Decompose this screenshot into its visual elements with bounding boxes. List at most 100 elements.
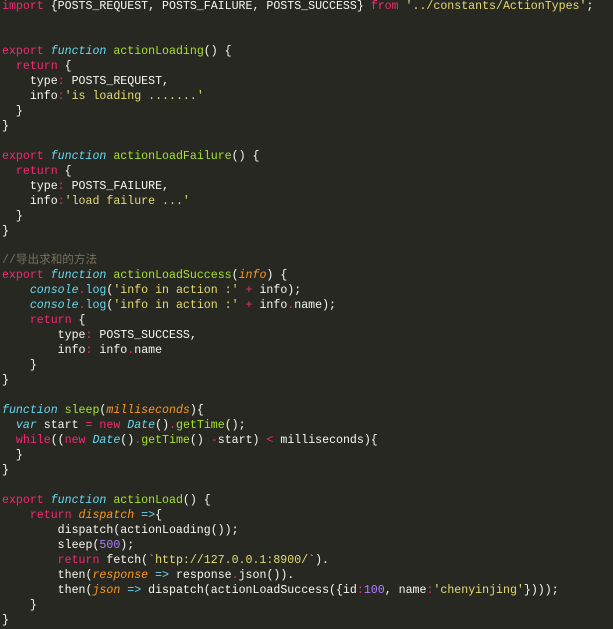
code-token: 'info in action :' <box>113 299 239 313</box>
code-token: Date <box>85 434 121 448</box>
code-token: function <box>43 44 107 58</box>
code-token: console <box>2 299 79 313</box>
code-line[interactable]: sleep(500); <box>2 539 613 554</box>
code-token: function <box>2 404 58 418</box>
code-token: new <box>64 434 86 448</box>
code-token: response <box>92 568 149 582</box>
code-token: 'load failure ...' <box>64 194 190 208</box>
code-token: info <box>252 299 288 313</box>
code-token: 'chenyinjing' <box>433 583 524 597</box>
code-line[interactable]: while((new Date().getTime() -start) < mi… <box>2 434 613 449</box>
code-line[interactable]: console.log('info in action :' + info.na… <box>2 299 613 314</box>
code-line[interactable]: type: POSTS_SUCCESS, <box>2 329 613 344</box>
code-line[interactable]: } <box>2 120 613 135</box>
code-token: actionLoading <box>106 44 204 58</box>
code-token: : <box>57 89 65 103</box>
code-line[interactable]: info:'is loading .......' <box>2 90 613 105</box>
code-token: then( <box>2 568 93 582</box>
code-line[interactable]: console.log('info in action :' + info); <box>2 284 613 299</box>
code-line[interactable]: type: POSTS_FAILURE, <box>2 180 613 195</box>
code-line[interactable]: } <box>2 374 613 389</box>
code-line[interactable]: } <box>2 225 613 240</box>
code-token: () { <box>182 493 211 507</box>
code-token: start) <box>217 434 267 448</box>
code-token: 100 <box>363 583 385 597</box>
code-line[interactable]: } <box>2 359 613 374</box>
code-token: 500 <box>99 538 121 552</box>
code-line[interactable]: function sleep(milliseconds){ <box>2 404 613 419</box>
code-line[interactable]: export function actionLoadSuccess(info) … <box>2 269 613 284</box>
code-token: info <box>238 269 267 283</box>
code-token: => <box>134 508 156 522</box>
code-line[interactable]: return fetch(`http://127.0.0.1:8900/`). <box>2 554 613 569</box>
code-token: actionLoadSuccess <box>106 269 232 283</box>
code-line[interactable]: info:'load failure ...' <box>2 195 613 210</box>
code-line-empty[interactable] <box>2 479 613 494</box>
code-token: sleep <box>57 404 100 418</box>
code-line[interactable]: return dispatch =>{ <box>2 509 613 524</box>
code-token: POSTS_REQUEST, <box>64 74 170 88</box>
code-token: milliseconds <box>106 404 190 418</box>
code-line[interactable]: dispatch(actionLoading()); <box>2 524 613 539</box>
code-line-empty[interactable] <box>2 15 613 30</box>
code-token: info); <box>252 284 302 298</box>
code-token: type <box>2 329 86 343</box>
code-token: import <box>2 0 44 13</box>
code-line-empty[interactable] <box>2 135 613 150</box>
code-token: return <box>2 553 100 567</box>
code-token: fetch( <box>99 553 149 567</box>
code-token: function <box>43 493 107 507</box>
code-line[interactable]: export function actionLoadFailure() { <box>2 150 613 165</box>
code-token: { <box>57 164 72 178</box>
code-line[interactable]: return { <box>2 165 613 180</box>
code-line[interactable]: return { <box>2 60 613 75</box>
code-token: : <box>57 74 65 88</box>
code-token: { <box>71 314 86 328</box>
code-line[interactable]: then(response => response.json()). <box>2 569 613 584</box>
code-token: info <box>2 89 58 103</box>
code-line[interactable]: then(json => dispatch(actionLoadSuccess(… <box>2 584 613 599</box>
code-token: { <box>57 59 72 73</box>
code-token: => <box>120 583 142 597</box>
code-token: actionLoad <box>106 493 183 507</box>
code-line[interactable]: } <box>2 210 613 225</box>
code-token: } <box>2 224 9 238</box>
code-line[interactable]: } <box>2 105 613 120</box>
code-token: export <box>2 269 44 283</box>
code-line[interactable]: import {POSTS_REQUEST, POSTS_FAILURE, PO… <box>2 0 613 15</box>
code-line[interactable]: } <box>2 464 613 479</box>
code-token: return <box>2 164 58 178</box>
code-token: . <box>169 419 176 433</box>
code-token: info <box>2 194 58 208</box>
code-token: log <box>85 299 107 313</box>
code-line[interactable]: var start = new Date().getTime(); <box>2 419 613 434</box>
code-token: Date <box>120 419 156 433</box>
code-line-empty[interactable] <box>2 240 613 255</box>
code-token: export <box>2 493 44 507</box>
code-line[interactable]: export function actionLoad() { <box>2 494 613 509</box>
code-token: dispatch(actionLoading()); <box>2 523 239 537</box>
code-token: }))); <box>523 583 559 597</box>
code-line-empty[interactable] <box>2 30 613 45</box>
code-line-empty[interactable] <box>2 389 613 404</box>
code-line[interactable]: export function actionLoading() { <box>2 45 613 60</box>
code-line[interactable]: type: POSTS_REQUEST, <box>2 75 613 90</box>
code-token: , name <box>384 583 427 597</box>
code-line[interactable]: return { <box>2 314 613 329</box>
code-token: return <box>2 59 58 73</box>
code-token: 'info in action :' <box>113 284 239 298</box>
code-line[interactable]: //导出求和的方法 <box>2 254 613 269</box>
code-line[interactable]: } <box>2 449 613 464</box>
code-token: + <box>238 299 253 313</box>
code-token: from <box>370 0 399 13</box>
code-line[interactable]: info: info.name <box>2 344 613 359</box>
code-token: () { <box>203 44 232 58</box>
code-line[interactable]: } <box>2 599 613 614</box>
code-token: } <box>2 449 23 463</box>
code-token: } <box>2 613 9 627</box>
code-editor[interactable]: import {POSTS_REQUEST, POSTS_FAILURE, PO… <box>0 0 613 629</box>
code-token: name); <box>294 299 337 313</box>
code-line[interactable]: } <box>2 614 613 629</box>
code-token: } <box>2 209 23 223</box>
code-token: return <box>2 508 72 522</box>
